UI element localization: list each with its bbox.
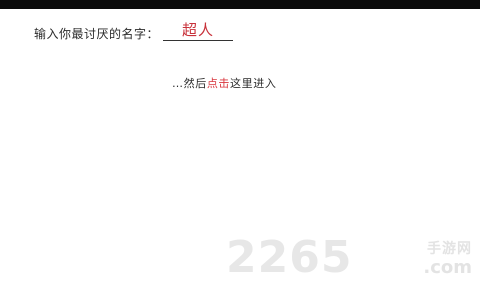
- site-watermark: 2265 手游网 .com: [226, 236, 472, 280]
- watermark-domain: .com: [423, 257, 472, 278]
- name-prompt-row: 输入你最讨厌的名字：: [34, 22, 159, 44]
- game-screen: 输入你最讨厌的名字： 超人 …然后 点击 这里进入 2265 手游网 .com: [0, 0, 480, 288]
- name-input-field[interactable]: 超人: [163, 19, 233, 41]
- status-bar: [0, 0, 480, 9]
- enter-link-suffix[interactable]: 这里进入: [230, 75, 276, 91]
- watermark-number: 2265: [226, 232, 353, 283]
- name-input-value: 超人: [181, 21, 214, 39]
- name-prompt-label: 输入你最讨厌的名字：: [34, 26, 160, 41]
- enter-link-prefix: …然后: [172, 77, 207, 90]
- watermark-site-name: 手游网: [427, 241, 472, 257]
- enter-link-highlight[interactable]: 点击: [207, 75, 230, 91]
- enter-link[interactable]: …然后 点击 这里进入: [172, 74, 276, 92]
